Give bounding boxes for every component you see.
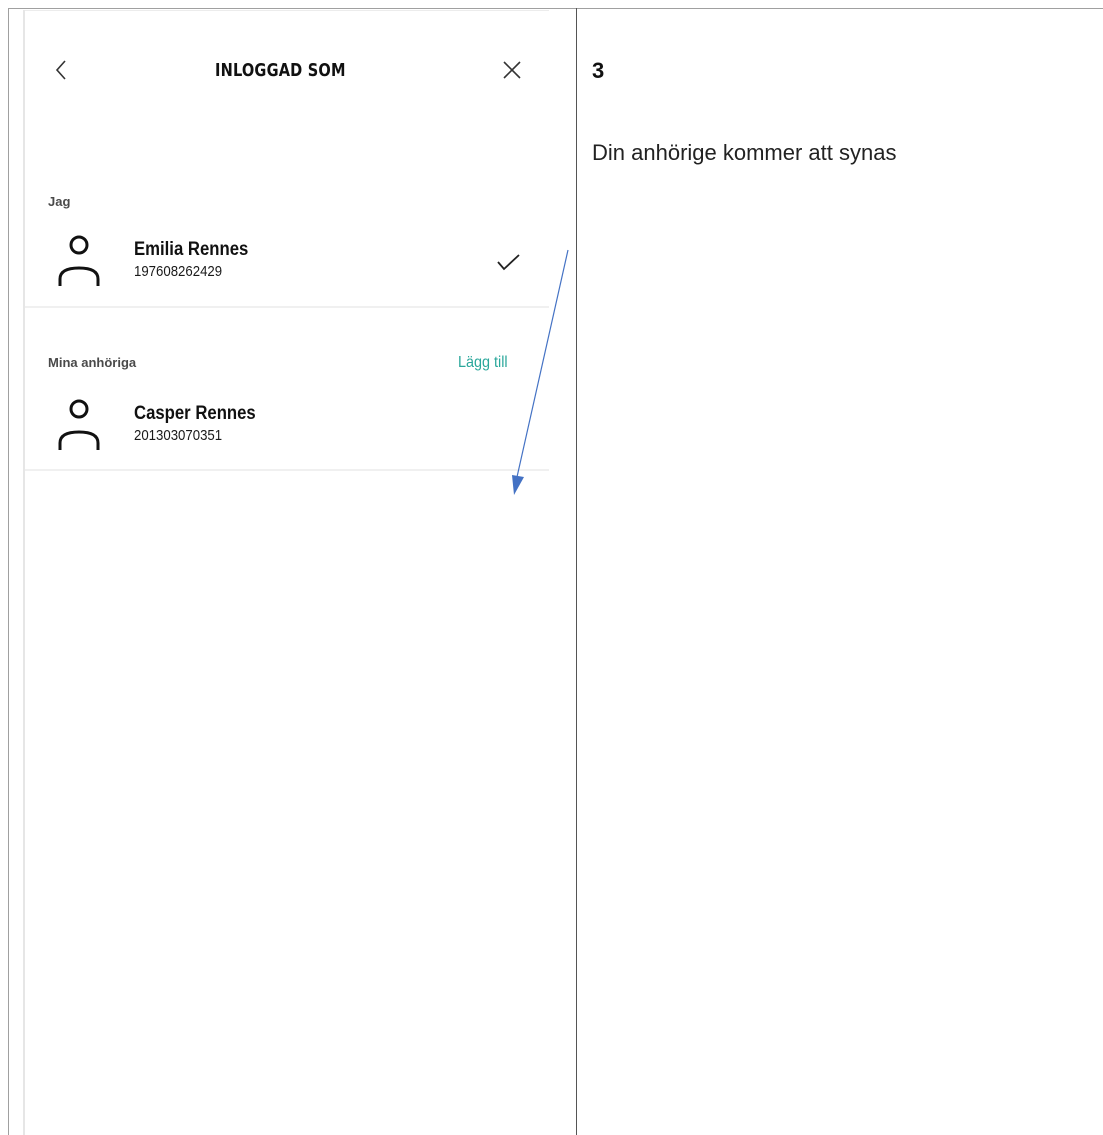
frame-top-line [8,8,1103,9]
person-icon [54,232,106,292]
section-divider [25,469,549,471]
person-id: 201303070351 [134,427,223,444]
page-title: INLOGGAD SOM [215,60,346,81]
person-name: Emilia Rennes [134,239,249,260]
step-description: Din anhörige kommer att synas [592,140,897,165]
person-icon [54,396,106,456]
chevron-left-icon[interactable] [52,55,72,85]
annotation-arrow [500,245,580,505]
step-number: 3 [592,58,605,83]
person-name: Casper Rennes [134,403,256,424]
section-divider [25,306,549,308]
phone-screen [25,10,549,1135]
phone-top-edge [25,10,549,11]
frame-left-line [8,8,9,1135]
person-id: 197608262429 [134,263,223,280]
section-label-relatives: Mina anhöriga [48,355,137,370]
section-label-self: Jag [48,194,71,209]
frame-column-divider [576,8,577,1135]
close-icon[interactable] [500,57,524,83]
